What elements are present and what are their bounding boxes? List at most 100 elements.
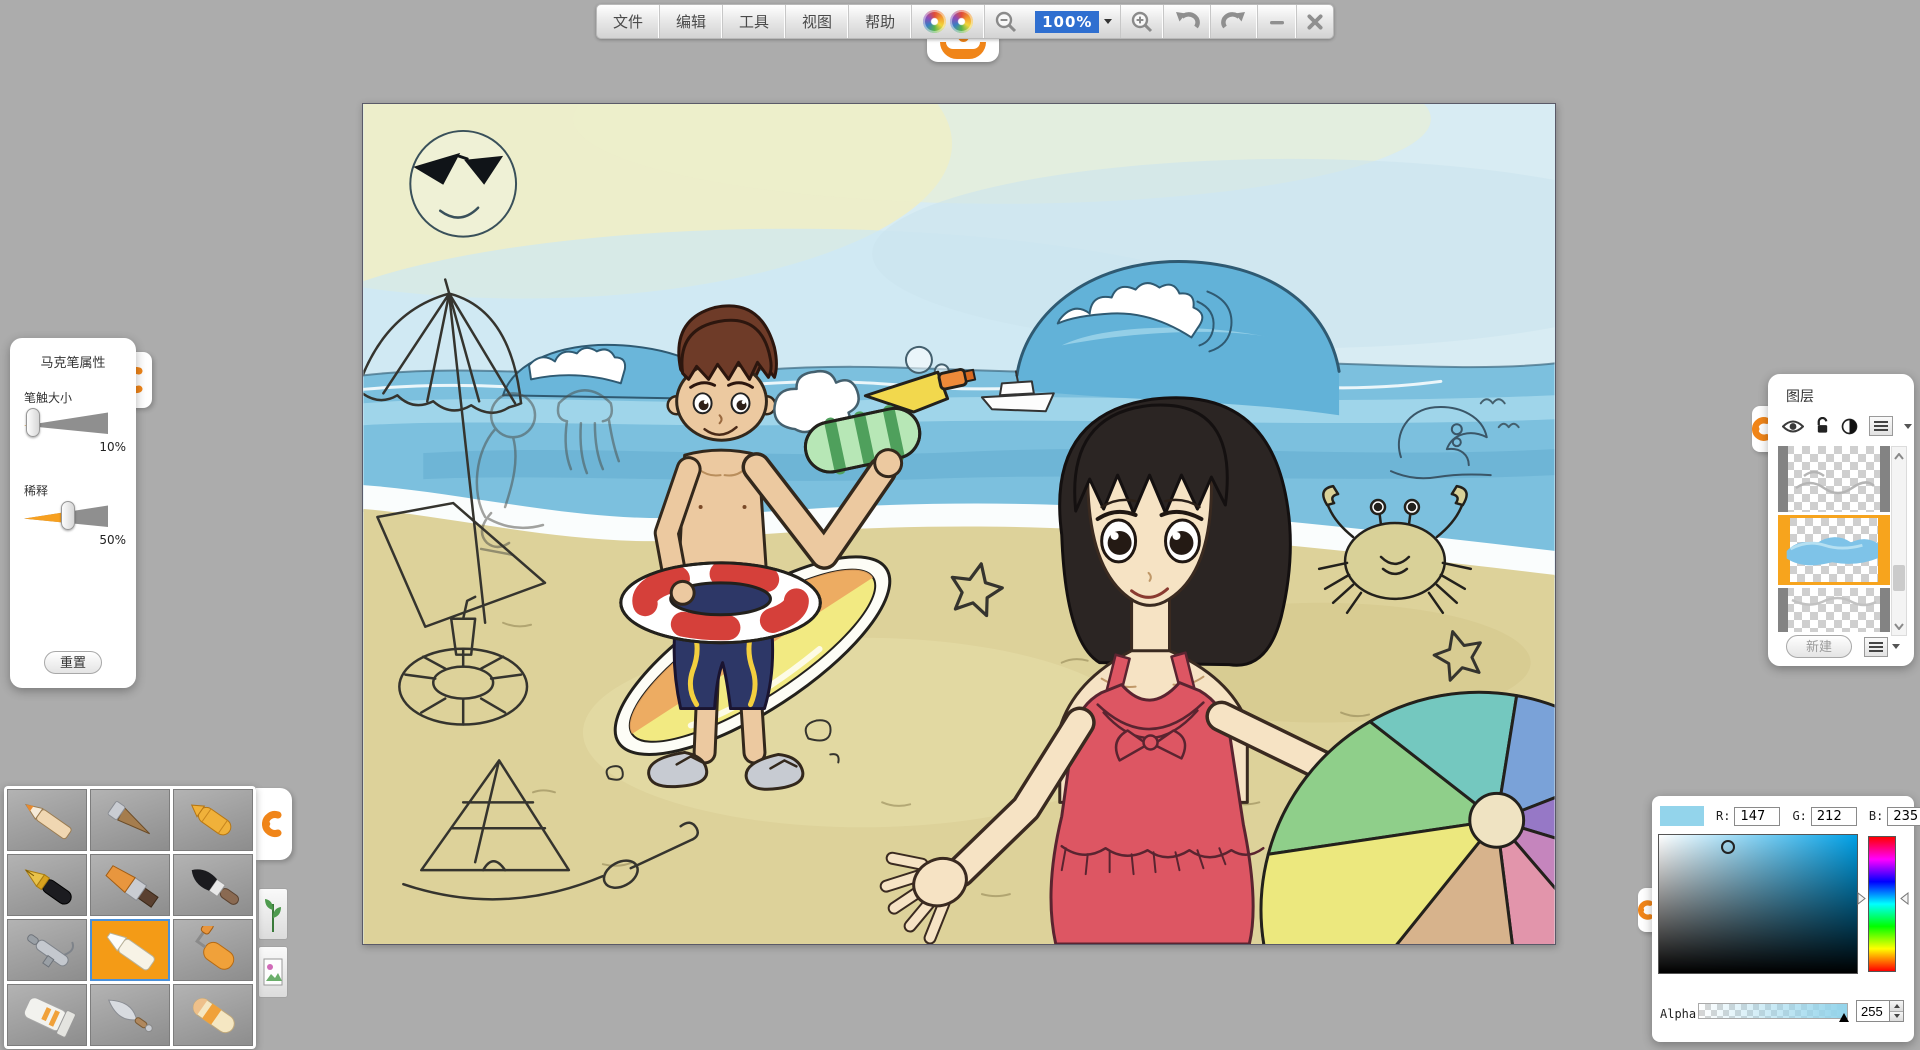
sun-with-sunglasses [410, 131, 516, 237]
boy-hand-on-ring [670, 580, 696, 606]
tool-colored-pencil[interactable] [7, 789, 87, 851]
layer-thumbnail-sketch[interactable] [1778, 446, 1890, 512]
brush-size-slider[interactable] [24, 412, 108, 434]
main-toolbar: 文件 编辑 工具 视图 帮助 100% [596, 4, 1334, 39]
dilution-slider[interactable] [24, 505, 108, 527]
eraser-icon [181, 991, 245, 1039]
zoom-in-icon [1130, 10, 1154, 34]
reset-button[interactable]: 重置 [44, 651, 102, 674]
scroll-down-icon[interactable] [1892, 617, 1906, 635]
saturation-value-box[interactable] [1658, 834, 1858, 974]
tool-paint-roller[interactable] [173, 919, 253, 981]
minimize-button[interactable] [1258, 5, 1297, 38]
tool-marker[interactable] [90, 919, 170, 981]
paint-jar-icon [15, 991, 79, 1039]
drawing-canvas[interactable] [362, 103, 1556, 945]
alpha-marker[interactable] [1839, 1013, 1849, 1022]
r-input[interactable] [1734, 807, 1780, 826]
palette-knife-icon [98, 991, 162, 1039]
b-label: B: [1869, 809, 1883, 823]
layers-panel: 图层 新建 [1768, 374, 1914, 666]
alpha-slider[interactable] [1698, 1003, 1848, 1019]
undo-button[interactable] [1164, 5, 1211, 38]
ink-brush-icon [181, 861, 245, 909]
pastel-stick-icon [98, 796, 162, 844]
layer-menu-button[interactable] [1869, 416, 1893, 436]
hue-left-arrow-icon[interactable] [1857, 892, 1866, 905]
layer-thumbnail-lineart[interactable] [1778, 588, 1890, 632]
visibility-eye-icon[interactable] [1782, 419, 1804, 434]
dilution-value: 50% [22, 533, 126, 547]
dilution-handle[interactable] [61, 501, 75, 530]
hue-bar[interactable] [1868, 836, 1896, 972]
tool-pastel-stick[interactable] [90, 789, 170, 851]
scrollbar-thumb[interactable] [1893, 565, 1905, 591]
zoom-out-button[interactable] [985, 5, 1027, 38]
minimize-icon [1267, 12, 1287, 32]
airbrush-icon [15, 926, 79, 974]
mascot-smile-icon [940, 42, 986, 59]
menu-tools[interactable]: 工具 [723, 5, 786, 38]
color-picker-panel: R: G: B: Alpha [1652, 796, 1914, 1042]
redo-button[interactable] [1211, 5, 1258, 38]
layer-list [1778, 446, 1890, 636]
paint-roller-icon [181, 926, 245, 974]
mascot-right-eye-icon [950, 10, 973, 33]
tool-airbrush[interactable] [7, 919, 87, 981]
marker-properties-panel: 马克笔属性 笔触大小 10% 稀释 50% 重置 [10, 338, 136, 688]
menu-file[interactable]: 文件 [597, 5, 660, 38]
zoom-in-button[interactable] [1121, 5, 1164, 38]
brush-size-handle[interactable] [26, 408, 40, 437]
current-color-swatch [1660, 806, 1704, 826]
tool-ink-brush[interactable] [173, 854, 253, 916]
app-logo-icon [262, 809, 286, 839]
menu-help[interactable]: 帮助 [849, 5, 912, 38]
marker-icon [98, 926, 162, 974]
g-input[interactable] [1811, 807, 1857, 826]
tool-fountain-pen[interactable] [7, 854, 87, 916]
hue-right-arrow-icon[interactable] [1900, 892, 1909, 905]
tool-crayon[interactable] [173, 789, 253, 851]
alpha-up-button[interactable] [1890, 1001, 1903, 1012]
zoom-level-control[interactable]: 100% [1027, 5, 1121, 38]
layer-thumbnail-water-selected[interactable] [1778, 515, 1890, 585]
red-white-swim-ring [621, 563, 821, 643]
redo-icon [1220, 10, 1248, 34]
alpha-input[interactable] [1857, 1001, 1889, 1021]
tools-palette [4, 786, 256, 1049]
close-button[interactable] [1297, 5, 1333, 38]
tool-palette-knife[interactable] [90, 984, 170, 1046]
g-label: G: [1792, 809, 1806, 823]
new-layer-button[interactable]: 新建 [1786, 635, 1852, 658]
scroll-up-icon[interactable] [1892, 447, 1906, 465]
dilution-label: 稀释 [24, 482, 124, 499]
alpha-down-button[interactable] [1890, 1012, 1903, 1022]
unlock-icon[interactable] [1815, 417, 1830, 435]
mascot-left-eye-icon [923, 10, 946, 33]
mascot-tab[interactable] [927, 37, 999, 62]
layer-menu-caret-icon[interactable] [1904, 424, 1912, 429]
tool-paint-jar[interactable] [7, 984, 87, 1046]
r-label: R: [1716, 809, 1730, 823]
menu-edit[interactable]: 编辑 [660, 5, 723, 38]
sv-cursor[interactable] [1721, 840, 1735, 854]
layers-scrollbar[interactable] [1891, 446, 1907, 636]
picture-stamp-button[interactable] [258, 946, 288, 998]
mascot-eyes-button[interactable] [912, 5, 985, 38]
plant-stamp-icon [263, 894, 283, 934]
zoom-dropdown-caret-icon[interactable] [1104, 19, 1112, 24]
b-input[interactable] [1887, 807, 1920, 826]
tools-panel-tab[interactable] [256, 788, 292, 860]
fountain-pen-icon [15, 861, 79, 909]
opacity-half-circle-icon[interactable] [1841, 418, 1858, 435]
close-icon [1306, 13, 1324, 31]
brush-size-label: 笔触大小 [24, 389, 124, 406]
menu-view[interactable]: 视图 [786, 5, 849, 38]
layers-options-caret-icon[interactable] [1892, 644, 1900, 649]
plant-stamp-button[interactable] [258, 888, 288, 940]
layers-options-button[interactable] [1864, 637, 1888, 657]
zoom-out-icon [994, 10, 1018, 34]
tool-eraser[interactable] [173, 984, 253, 1046]
alpha-label: Alpha [1660, 1007, 1696, 1021]
tool-flat-brush[interactable] [90, 854, 170, 916]
